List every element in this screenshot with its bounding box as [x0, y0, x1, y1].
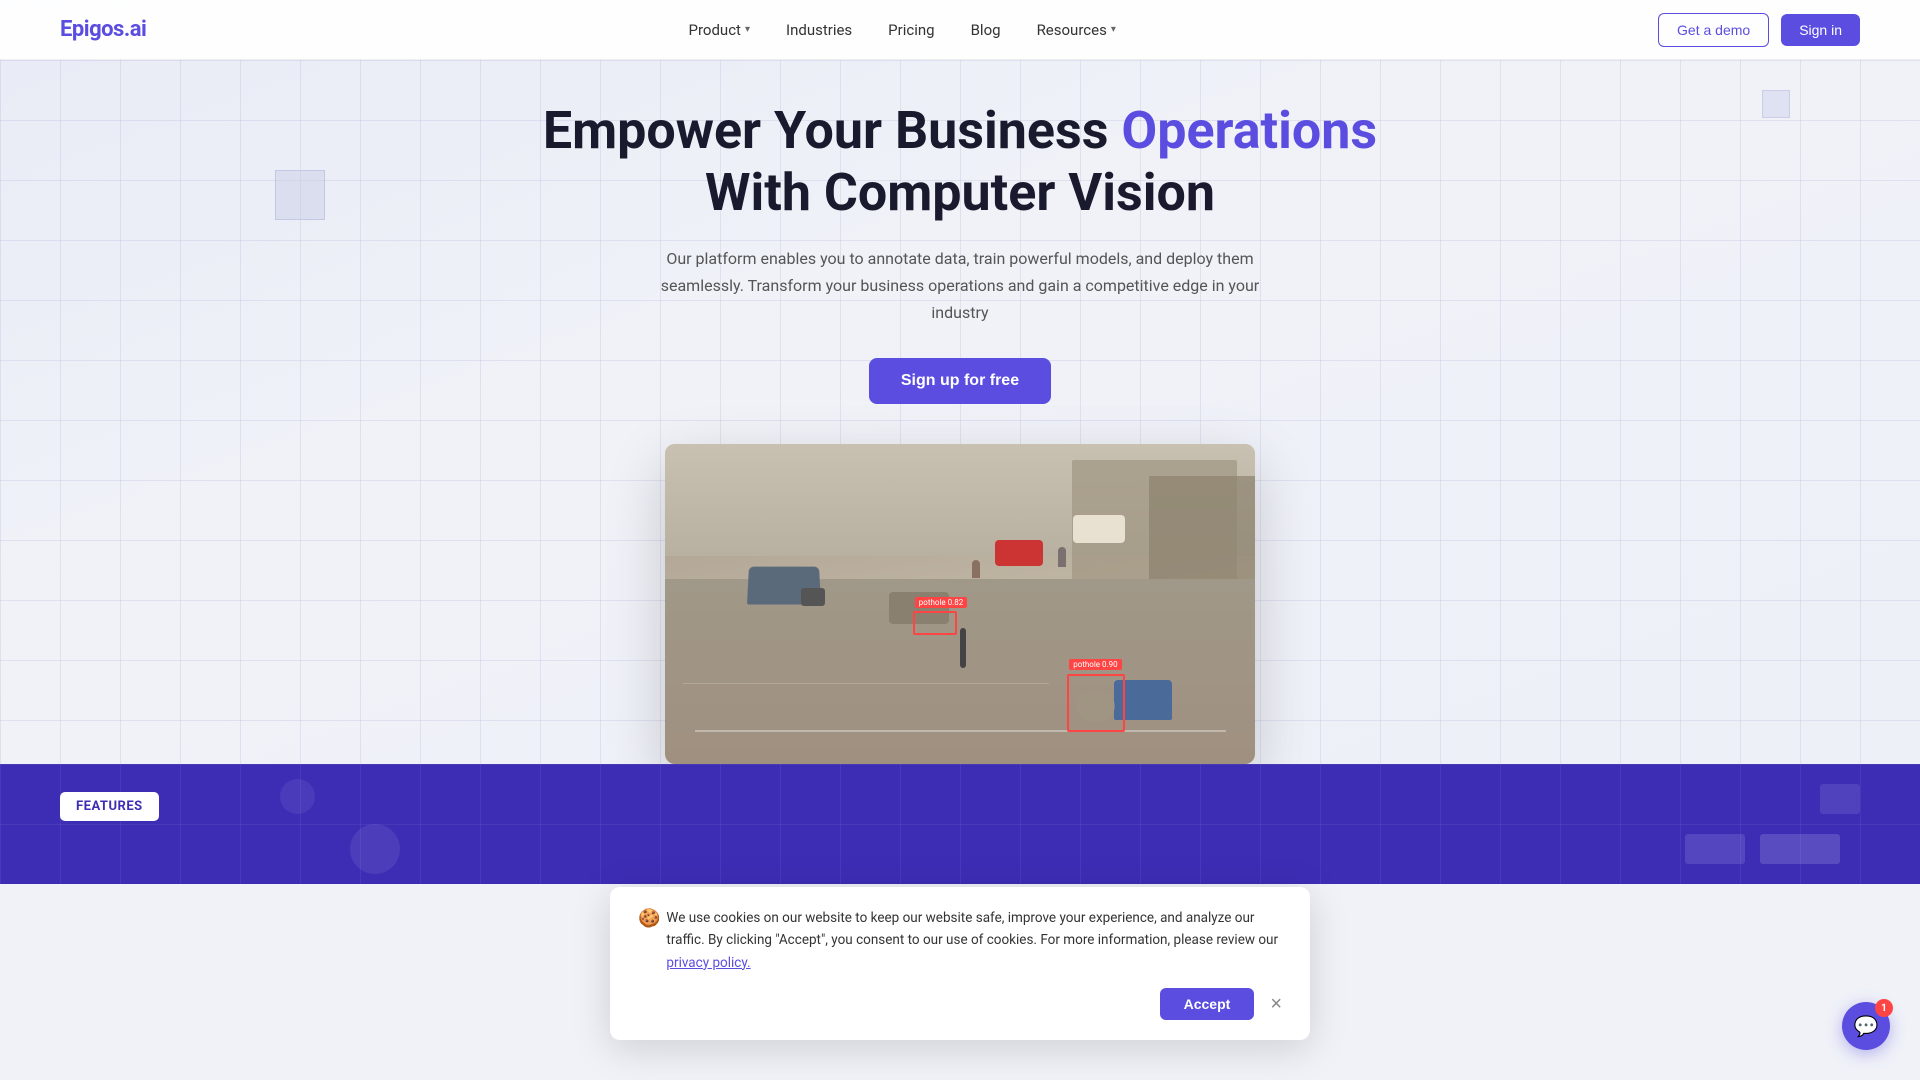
deco-rect-1	[1760, 834, 1840, 864]
hero-title-accent: Operations	[1121, 100, 1377, 161]
hero-title: Empower Your Business Operations With Co…	[543, 100, 1377, 225]
sign-in-button[interactable]: Sign in	[1781, 14, 1860, 46]
detection-box-1: pothole 0.82	[913, 611, 957, 635]
cookie-text: We use cookies on our website to keep ou…	[666, 907, 1282, 974]
deco-square-right	[1762, 90, 1790, 118]
deco-rect-3	[1820, 784, 1860, 814]
features-section: FEATURES	[0, 764, 1920, 884]
car-red	[995, 540, 1043, 566]
nav-item-product[interactable]: Product ▾	[689, 21, 750, 39]
hero-title-part1: Empower Your Business	[543, 100, 1121, 161]
cookie-banner: 🍪 We use cookies on our website to keep …	[610, 887, 1310, 1040]
cookie-icon: 🍪	[638, 908, 660, 929]
nav-actions: Get a demo Sign in	[1658, 13, 1860, 47]
chat-badge: 1	[1875, 999, 1893, 1017]
motorbike	[801, 588, 825, 606]
detection-box-2: pothole 0.90	[1067, 674, 1125, 732]
navbar: Epigos.ai Product ▾ Industries Pricing B…	[0, 0, 1920, 60]
features-badge: FEATURES	[60, 792, 159, 821]
nav-item-blog[interactable]: Blog	[971, 21, 1001, 39]
get-demo-button[interactable]: Get a demo	[1658, 13, 1769, 47]
car-white	[1073, 515, 1125, 543]
pothole-shape	[1077, 690, 1115, 722]
hero-section: Empower Your Business Operations With Co…	[0, 0, 1920, 764]
detection-label-1: pothole 0.82	[915, 597, 967, 608]
person-2	[1058, 547, 1066, 567]
cookie-content: 🍪 We use cookies on our website to keep …	[638, 907, 1282, 974]
nav-item-industries[interactable]: Industries	[786, 21, 852, 39]
cookie-actions: Accept ×	[1160, 988, 1282, 1020]
traffic-light	[960, 628, 966, 668]
hero-video-container: pothole 0.82 pothole 0.90	[665, 444, 1255, 764]
nav-item-resources[interactable]: Resources ▾	[1037, 21, 1116, 39]
nav-links: Product ▾ Industries Pricing Blog Resour…	[689, 21, 1116, 39]
logo[interactable]: Epigos.ai	[60, 17, 146, 42]
hero-subtitle: Our platform enables you to annotate dat…	[640, 245, 1280, 327]
deco-square-left	[275, 170, 325, 220]
hero-content: Empower Your Business Operations With Co…	[523, 100, 1397, 444]
close-cookie-button[interactable]: ×	[1270, 994, 1282, 1014]
detection-label-2: pothole 0.90	[1069, 659, 1121, 670]
person-1	[972, 560, 980, 578]
hero-title-part2: With Computer Vision	[705, 162, 1215, 223]
deco-rect-2	[1685, 834, 1745, 864]
chat-bubble[interactable]: 💬 1	[1842, 1002, 1890, 1050]
video-scene: pothole 0.82 pothole 0.90	[665, 444, 1255, 764]
deco-circle-2	[280, 779, 315, 814]
chevron-down-icon: ▾	[745, 24, 750, 35]
road-divider-2	[683, 683, 1049, 684]
chat-icon: 💬	[1854, 1014, 1879, 1038]
privacy-policy-link[interactable]: privacy policy.	[666, 955, 750, 971]
nav-item-pricing[interactable]: Pricing	[888, 21, 934, 39]
accept-button[interactable]: Accept	[1160, 988, 1255, 1020]
deco-circle-1	[350, 824, 400, 874]
road-divider	[695, 730, 1226, 732]
signup-button[interactable]: Sign up for free	[869, 358, 1051, 404]
chevron-down-icon-resources: ▾	[1111, 24, 1116, 35]
